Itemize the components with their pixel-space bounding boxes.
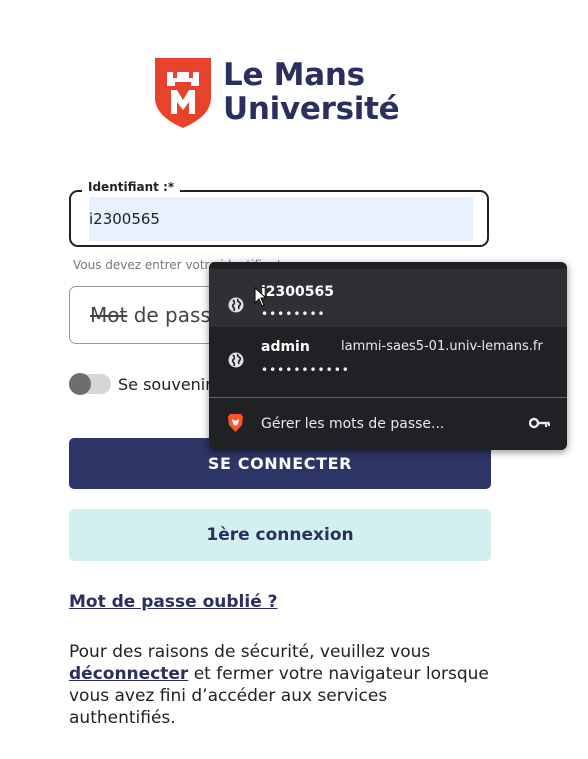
mouse-cursor-icon bbox=[254, 287, 268, 307]
brave-lion-icon bbox=[228, 414, 243, 432]
autofill-password-mask: •••••••• bbox=[261, 307, 326, 321]
password-placeholder-strike: Mot bbox=[90, 303, 128, 327]
university-shield-icon bbox=[155, 58, 211, 128]
autofill-username: i2300565 bbox=[261, 284, 334, 300]
password-placeholder: Mot de passe bbox=[90, 303, 223, 327]
toggle-knob bbox=[69, 373, 91, 395]
globe-icon bbox=[228, 297, 244, 313]
first-login-button[interactable]: 1ère connexion bbox=[69, 509, 491, 561]
remember-me-toggle[interactable] bbox=[69, 373, 111, 395]
login-page: Le Mans Université i2300565 Identifiant … bbox=[0, 0, 588, 759]
autofill-username: admin bbox=[261, 339, 310, 355]
identifiant-label: Identifiant :* bbox=[82, 180, 181, 194]
forgot-password-link[interactable]: Mot de passe oublié ? bbox=[69, 592, 278, 612]
popup-divider bbox=[209, 397, 567, 398]
autofill-site: lammi-saes5-01.univ-lemans.fr bbox=[341, 339, 543, 354]
autofill-entry[interactable]: admin lammi-saes5-01.univ-lemans.fr ••••… bbox=[209, 330, 567, 388]
university-name: Le Mans Université bbox=[223, 57, 400, 127]
university-name-line2: Université bbox=[223, 91, 400, 127]
identifiant-value: i2300565 bbox=[89, 210, 160, 228]
logout-link[interactable]: déconnecter bbox=[69, 664, 188, 684]
globe-icon bbox=[228, 352, 244, 368]
identifiant-input[interactable]: i2300565 bbox=[69, 190, 489, 247]
key-icon bbox=[529, 417, 550, 429]
autofill-password-mask: ••••••••••• bbox=[261, 363, 350, 377]
security-notice: Pour des raisons de sécurité, veuillez v… bbox=[69, 641, 489, 729]
university-name-line1: Le Mans bbox=[223, 57, 365, 93]
manage-passwords-item[interactable]: Gérer les mots de passe... bbox=[261, 416, 444, 432]
university-logo: Le Mans Université bbox=[155, 57, 400, 128]
security-text-before: Pour des raisons de sécurité, veuillez v… bbox=[69, 642, 431, 662]
